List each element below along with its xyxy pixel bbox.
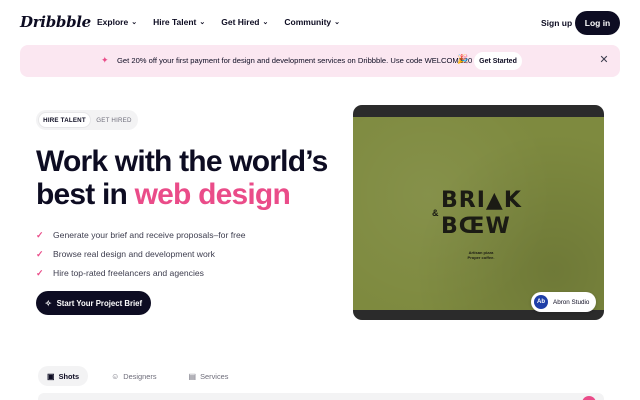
nav-explore-label: Explore [97, 17, 129, 27]
chevron-down-icon: ⌄ [262, 18, 269, 26]
tab-label: Services [200, 371, 229, 381]
start-project-brief-button[interactable]: ✧ Start Your Project Brief [36, 291, 151, 315]
benefit-list: ✓ Generate your brief and receive propos… [36, 225, 246, 282]
toggle-get-hired[interactable]: GET HIRED [92, 112, 136, 128]
image-icon: ▣ [47, 371, 55, 381]
nav-hire-talent-label: Hire Talent [153, 17, 197, 27]
document-icon: ▤ [188, 371, 197, 381]
tab-services[interactable]: ▤ Services [180, 366, 238, 386]
chevron-down-icon: ⌄ [334, 18, 340, 26]
chevron-down-icon: ⌄ [199, 18, 206, 26]
avatar: Ab [534, 295, 548, 309]
bullet-text: Browse real design and development work [53, 248, 215, 259]
toggle-hire-talent[interactable]: HIRE TALENT [38, 112, 91, 128]
login-button[interactable]: Log in [575, 11, 620, 35]
headline-line-2: best in web design [36, 178, 328, 211]
chevron-down-icon: ⌄ [131, 18, 138, 26]
content-tabs: ▣ Shots ☺ Designers ▤ Services [38, 366, 251, 386]
artwork-brand-line-1: BRI▲K [441, 188, 522, 213]
tab-label: Designers [123, 371, 157, 381]
headline-prefix: best in [36, 178, 135, 211]
check-icon: ✓ [36, 248, 44, 259]
nav-explore[interactable]: Explore ⌄ [97, 17, 137, 27]
nav-community-label: Community [284, 17, 332, 27]
promo-text: Get 20% off your first payment for desig… [117, 56, 473, 65]
sparkle-icon: ✧ [44, 298, 52, 308]
close-icon[interactable]: ✕ [598, 52, 610, 68]
main-nav: Explore ⌄ Hire Talent ⌄ Get Hired ⌄ Comm… [97, 17, 356, 27]
gift-icon: ✦ [101, 55, 109, 65]
tab-shots[interactable]: ▣ Shots [38, 366, 89, 386]
studio-name: Abron Studio [553, 298, 590, 306]
party-popper-icon: 🎉 [457, 54, 469, 64]
check-icon: ✓ [36, 229, 44, 240]
studio-badge[interactable]: Ab Abron Studio [531, 292, 596, 312]
cta-label: Start Your Project Brief [56, 298, 143, 308]
top-header: Dribbble Explore ⌄ Hire Talent ⌄ Get Hir… [0, 0, 640, 44]
signup-link[interactable]: Sign up [541, 18, 572, 28]
bullet-text: Hire top-rated freelancers and agencies [53, 267, 204, 278]
get-started-button[interactable]: Get Started [474, 52, 522, 70]
tab-label: Shots [58, 371, 80, 381]
promo-banner: ✦ Get 20% off your first payment for des… [20, 45, 620, 77]
user-icon: ☺ [111, 371, 120, 381]
artwork-tagline: Artisan pizza Proper coffee. [467, 250, 495, 260]
search-bar[interactable] [38, 393, 604, 400]
shot-artwork: BRI▲K & BŒW Artisan pizza Proper coffee. [353, 117, 604, 310]
list-item: ✓ Browse real design and development wor… [36, 244, 246, 263]
hero-headline: Work with the world’s best in web design [36, 145, 328, 211]
list-item: ✓ Hire top-rated freelancers and agencie… [36, 263, 246, 282]
list-item: ✓ Generate your brief and receive propos… [36, 225, 246, 244]
headline-accent: web design [134, 178, 291, 211]
nav-get-hired[interactable]: Get Hired ⌄ [221, 17, 268, 27]
nav-community[interactable]: Community ⌄ [284, 17, 340, 27]
artwork-brand-amp: & [432, 208, 439, 218]
hero-shot[interactable]: BRI▲K & BŒW Artisan pizza Proper coffee.… [353, 105, 604, 320]
nav-get-hired-label: Get Hired [221, 17, 260, 27]
nav-hire-talent[interactable]: Hire Talent ⌄ [153, 17, 205, 27]
headline-line-1: Work with the world’s [36, 145, 328, 178]
dribbble-logo[interactable]: Dribbble [20, 13, 91, 31]
tab-designers[interactable]: ☺ Designers [102, 366, 165, 386]
check-icon: ✓ [36, 267, 44, 278]
artwork-brand-line-2: BŒW [441, 214, 511, 239]
hire-toggle: HIRE TALENT GET HIRED [36, 110, 138, 130]
bullet-text: Generate your brief and receive proposal… [53, 229, 246, 240]
